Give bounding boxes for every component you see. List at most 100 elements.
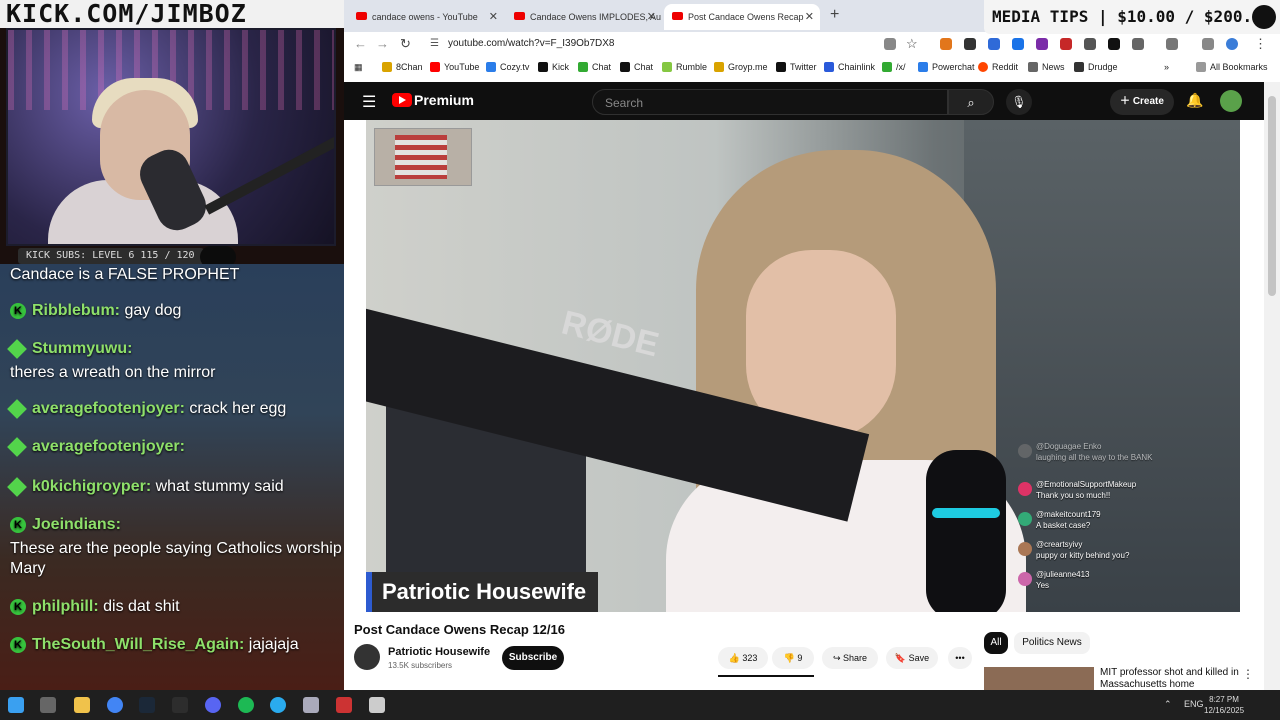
terminal-icon[interactable] <box>172 697 188 713</box>
recommended-title[interactable]: MIT professor shot and killed in Massach… <box>1100 667 1240 691</box>
close-tab-icon[interactable]: ✕ <box>489 4 498 30</box>
chat-username: philphill: <box>32 598 99 615</box>
search-input[interactable]: Search <box>592 89 948 115</box>
bookmark-label: Chat <box>592 62 612 72</box>
extension-icon[interactable] <box>1036 38 1048 50</box>
reload-icon[interactable]: ↻ <box>400 36 411 52</box>
install-app-icon[interactable] <box>884 38 896 50</box>
chat-text: what stummy said <box>155 478 284 495</box>
side-panel-icon[interactable] <box>1166 38 1178 50</box>
bookmark-icon: 🔖 <box>894 653 907 663</box>
bookmark-drudge[interactable]: Drudge <box>1074 62 1118 72</box>
bookmark-8chan[interactable]: 8Chan <box>382 62 423 72</box>
clock[interactable]: 8:27 PM 12/16/2025 <box>1204 694 1244 716</box>
bookmark-rumble[interactable]: Rumble <box>662 62 707 72</box>
bookmark-news[interactable]: News <box>1028 62 1065 72</box>
extension-icon[interactable] <box>1060 38 1072 50</box>
chat-text: These are the people saying Catholics wo… <box>10 540 342 557</box>
youtube-premium-brand[interactable]: Premium <box>414 92 474 108</box>
telegram-icon[interactable] <box>270 697 286 713</box>
hamburger-menu-icon[interactable]: ☰ <box>362 92 376 112</box>
share-button[interactable]: ↪ Share <box>822 647 878 669</box>
channel-name[interactable]: Patriotic Housewife <box>388 646 490 658</box>
app-icon[interactable] <box>303 697 319 713</box>
all-bookmarks[interactable]: All Bookmarks <box>1196 62 1268 72</box>
mic-boom-arm <box>204 135 334 215</box>
chrome-icon[interactable] <box>107 697 123 713</box>
extension-icon[interactable] <box>1084 38 1096 50</box>
bookmark-chainlink[interactable]: Chainlink <box>824 62 875 72</box>
channel-avatar[interactable] <box>354 644 380 670</box>
forward-icon[interactable]: → <box>376 36 389 51</box>
file-explorer-icon[interactable] <box>74 697 90 713</box>
windows-start-icon[interactable] <box>8 697 24 713</box>
site-info-icon[interactable]: ☰ <box>430 34 439 54</box>
address-bar[interactable]: ☰ youtube.com/watch?v=F_I39Ob7DX8 <box>422 34 922 54</box>
new-tab-button[interactable]: + <box>830 6 839 24</box>
bookmark-chat[interactable]: Chat <box>578 62 611 72</box>
chat-text: gay dog <box>124 302 182 319</box>
recommended-thumbnail[interactable] <box>984 667 1094 690</box>
language-indicator[interactable]: ENG <box>1184 699 1204 709</box>
save-button[interactable]: 🔖 Save <box>886 647 938 669</box>
chip-all[interactable]: All <box>984 632 1008 654</box>
more-actions-icon[interactable]: ••• <box>948 647 972 669</box>
tab-candace-search[interactable]: candace owens - YouTube ✕ <box>348 4 504 30</box>
bookmark-label: Rumble <box>676 62 708 72</box>
discord-icon[interactable] <box>205 697 221 713</box>
steam-icon[interactable] <box>139 697 155 713</box>
scrollbar-thumb[interactable] <box>1268 96 1276 296</box>
comment-text: puppy or kitty behind you? <box>1036 551 1130 560</box>
subscribe-button[interactable]: Subscribe <box>502 646 564 670</box>
chip-politics-news[interactable]: Politics News <box>1014 632 1090 654</box>
bookmark-powerchat[interactable]: Powerchat <box>918 62 975 72</box>
bookmark-twitter[interactable]: Twitter <box>776 62 817 72</box>
bookmark-star-icon[interactable]: ☆ <box>906 36 918 52</box>
like-button[interactable]: 👍 323 <box>718 647 768 669</box>
x-extension-icon[interactable] <box>1108 38 1120 50</box>
close-tab-icon[interactable]: ✕ <box>805 4 814 30</box>
dislike-button[interactable]: 👎 9 <box>772 647 814 669</box>
tab-candace-implodes[interactable]: Candace Owens IMPLODES, Au ✕ <box>506 4 662 30</box>
metamask-icon[interactable] <box>940 38 952 50</box>
bookmark-cozy[interactable]: Cozy.tv <box>486 62 529 72</box>
task-view-icon[interactable] <box>40 697 56 713</box>
tab-post-recap[interactable]: Post Candace Owens Recap ✕ <box>664 4 820 30</box>
shield-extension-icon[interactable] <box>964 38 976 50</box>
recommended-more-icon[interactable]: ⋮ <box>1242 667 1254 681</box>
bookmark-x-board[interactable]: /x/ <box>882 62 906 72</box>
browser-menu-icon[interactable]: ⋮ <box>1254 36 1267 52</box>
profile-icon[interactable] <box>1226 38 1238 50</box>
page-scrollbar[interactable] <box>1264 82 1280 690</box>
account-avatar[interactable] <box>1220 90 1242 112</box>
extensions-puzzle-icon[interactable] <box>1132 38 1144 50</box>
close-tab-icon[interactable]: ✕ <box>647 4 656 30</box>
commenter-avatar <box>1018 512 1032 526</box>
search-icon[interactable]: ⌕ <box>948 89 994 115</box>
media-control-icon[interactable] <box>1202 38 1214 50</box>
bookmark-chat[interactable]: Chat <box>620 62 653 72</box>
bookmark-kick[interactable]: Kick <box>538 62 569 72</box>
bookmarks-overflow-icon[interactable]: » <box>1164 62 1169 72</box>
bookmark-reddit[interactable]: Reddit <box>978 62 1018 72</box>
back-icon[interactable]: ← <box>354 36 367 51</box>
voice-search-icon[interactable]: 🎙 <box>1006 89 1032 115</box>
tray-overflow-icon[interactable]: ⌃ <box>1164 699 1172 710</box>
bookmark-label: Chat <box>634 62 654 72</box>
spotify-icon[interactable] <box>238 697 254 713</box>
bookmark-favicon-icon <box>578 62 588 72</box>
bookmark-favicon-icon <box>620 62 630 72</box>
bookmark-favicon-icon <box>1028 62 1038 72</box>
notifications-bell-icon[interactable]: 🔔 <box>1186 92 1203 109</box>
app-icon[interactable] <box>336 697 352 713</box>
bookmark-groyp[interactable]: Groyp.me <box>714 62 768 72</box>
extension-icon[interactable] <box>1012 38 1024 50</box>
bookmark-youtube[interactable]: YouTube <box>430 62 479 72</box>
video-player[interactable]: RØDE Patriotic Housewife @Doguagae Enko l… <box>366 120 1240 612</box>
play-triangle-icon <box>399 96 406 104</box>
apps-grid-icon[interactable]: ▦ <box>354 62 363 73</box>
app-icon[interactable] <box>369 697 385 713</box>
create-button[interactable]: ＋ Create <box>1110 89 1174 115</box>
extension-icon[interactable] <box>988 38 1000 50</box>
bookmark-favicon-icon <box>918 62 928 72</box>
